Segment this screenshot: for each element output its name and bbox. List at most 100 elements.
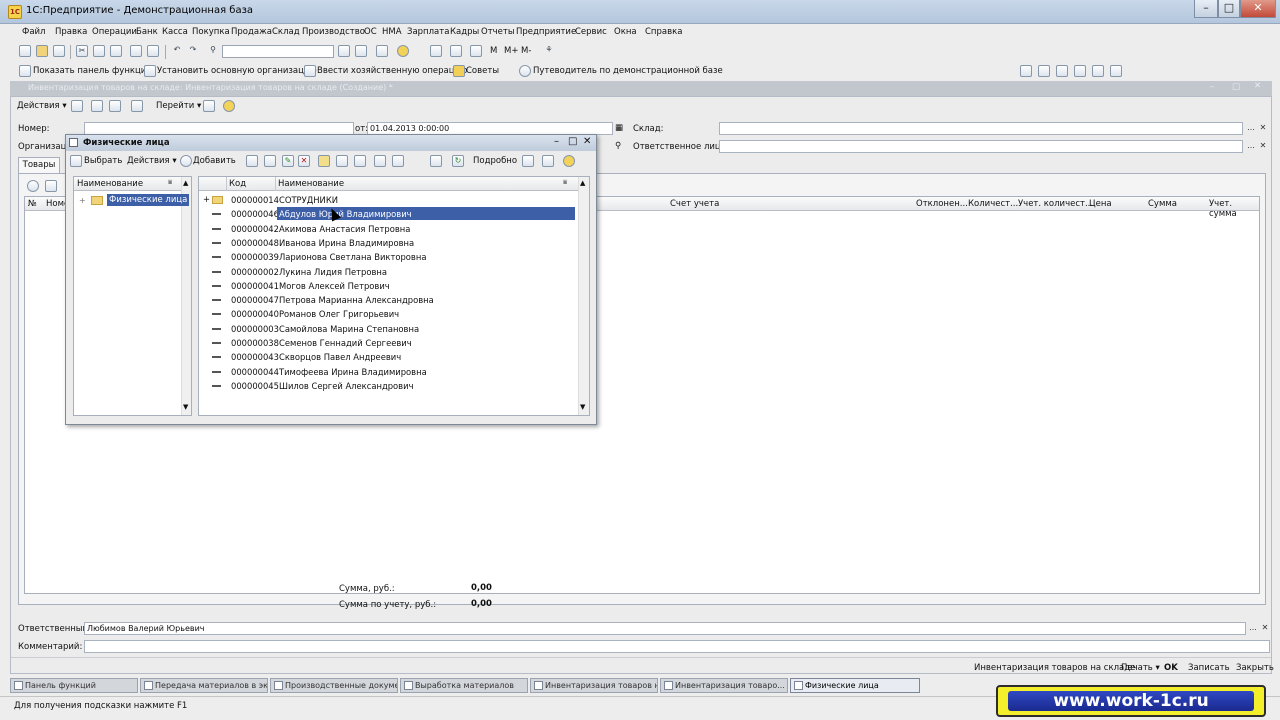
panel-icon-4[interactable]	[1074, 65, 1086, 77]
list-item[interactable]: 000000045 Шилов Сергей Александрович	[199, 379, 576, 393]
menu-operations[interactable]: Операции	[92, 27, 137, 37]
redo-icon[interactable]: ↷	[187, 45, 199, 57]
tab-goods[interactable]: Товары	[18, 157, 60, 173]
copy-row-icon[interactable]	[45, 180, 57, 192]
paste-icon[interactable]	[110, 45, 122, 57]
memory-plus-button[interactable]: M+	[504, 46, 518, 56]
panel-icon-3[interactable]	[1056, 65, 1068, 77]
task-panel[interactable]: Панель функций	[10, 678, 138, 693]
list-settings-icon[interactable]	[542, 155, 554, 167]
level-up-icon[interactable]	[354, 155, 366, 167]
copy-icon[interactable]	[93, 45, 105, 57]
minimize-button[interactable]: –	[1194, 0, 1218, 18]
print-menu[interactable]: Печать ▾	[1121, 663, 1160, 673]
clear-filter-icon[interactable]	[430, 155, 442, 167]
print-icon[interactable]	[130, 45, 142, 57]
doc-icon-1[interactable]	[71, 100, 83, 112]
menu-os[interactable]: ОС	[364, 27, 377, 37]
footer-doc-link[interactable]: Инвентаризация товаров на складе	[974, 663, 1135, 673]
help-icon[interactable]	[397, 45, 409, 57]
find-prev-icon[interactable]	[355, 45, 367, 57]
filter-list-icon[interactable]	[392, 155, 404, 167]
doc-minimize-icon[interactable]: –	[1210, 82, 1214, 92]
col-no[interactable]: №	[28, 199, 37, 209]
resp-clear-button[interactable]: ✕	[1258, 141, 1268, 152]
calculator-icon[interactable]	[450, 45, 462, 57]
level-down-icon[interactable]	[336, 155, 348, 167]
popup-actions-menu[interactable]: Действия ▾	[127, 156, 177, 166]
panel-icon-6[interactable]	[1110, 65, 1122, 77]
list-scrollbar[interactable]: ▲ ▼	[578, 177, 589, 415]
comment-field[interactable]	[84, 640, 1270, 653]
task-inventory-1[interactable]: Инвентаризация товаров н...	[530, 678, 658, 693]
task-production[interactable]: Производственные докуме...	[270, 678, 398, 693]
col-sum[interactable]: Сумма	[1148, 199, 1177, 209]
menu-salary[interactable]: Зарплата	[407, 27, 449, 37]
cut-icon[interactable]: ✂	[76, 45, 88, 57]
col-quantity[interactable]: Количест...	[968, 199, 1018, 209]
preview-icon[interactable]	[147, 45, 159, 57]
popup-close-icon[interactable]: ✕	[583, 136, 591, 147]
warehouse-select-button[interactable]: ...	[1246, 123, 1256, 134]
responsible-person-field[interactable]	[719, 140, 1243, 153]
list-item[interactable]: 000000002 Лукина Лидия Петровна	[199, 265, 576, 279]
list-item[interactable]: 000000039 Ларионова Светлана Викторовна	[199, 250, 576, 264]
list-item[interactable]: 000000043 Скворцов Павел Андреевич	[199, 350, 576, 364]
doc-icon-3[interactable]	[109, 100, 121, 112]
col-account[interactable]: Счет учета	[670, 199, 719, 209]
list-item[interactable]: 000000041 Могов Алексей Петрович	[199, 279, 576, 293]
search-input[interactable]	[222, 45, 334, 58]
new-doc-icon[interactable]	[19, 45, 31, 57]
guide-button[interactable]: Путеводитель по демонстрационной базе	[533, 66, 723, 76]
list-item[interactable]: 000000047 Петрова Марианна Александровна	[199, 293, 576, 307]
filter-icon[interactable]	[374, 155, 386, 167]
tools-icon[interactable]: ⚘	[543, 45, 555, 57]
tree-root-item[interactable]: Физические лица	[107, 194, 190, 206]
enter-operation-button[interactable]: Ввести хозяйственную операцию	[317, 66, 467, 76]
search-icon[interactable]: ⚲	[207, 45, 219, 57]
list-item[interactable]: +000000014 СОТРУДНИКИ	[199, 193, 576, 207]
menu-help[interactable]: Справка	[645, 27, 682, 37]
doc-help-icon[interactable]	[223, 100, 235, 112]
new-folder-icon[interactable]	[246, 155, 258, 167]
set-main-organization-button[interactable]: Установить основную организацию	[157, 66, 317, 76]
maximize-button[interactable]: □	[1218, 0, 1240, 18]
print-list-icon[interactable]	[522, 155, 534, 167]
add-row-icon[interactable]	[27, 180, 39, 192]
undo-icon[interactable]: ↶	[171, 45, 183, 57]
task-transfer[interactable]: Передача материалов в эк...	[140, 678, 268, 693]
menu-file[interactable]: Файл	[22, 27, 45, 37]
doc-icon-5[interactable]	[203, 100, 215, 112]
menu-service[interactable]: Сервис	[575, 27, 607, 37]
tree-header-name[interactable]: Наименование	[77, 179, 143, 189]
menu-hr[interactable]: Кадры	[450, 27, 479, 37]
memory-m-button[interactable]: M	[490, 46, 497, 56]
refresh-icon[interactable]: ↻	[452, 155, 464, 167]
copy-item-icon[interactable]	[264, 155, 276, 167]
add-button[interactable]: Добавить	[193, 156, 236, 166]
close-window-button[interactable]: ✕	[1240, 0, 1276, 18]
panel-icon-2[interactable]	[1038, 65, 1050, 77]
responsible-field[interactable]: Любимов Валерий Юрьевич	[84, 622, 1246, 635]
panel-icon-1[interactable]	[1020, 65, 1032, 77]
list-item[interactable]: 000000038 Семенов Геннадий Сергеевич	[199, 336, 576, 350]
calendar-icon[interactable]: ▦	[615, 123, 623, 133]
doc-goto-menu[interactable]: Перейти ▾	[156, 101, 201, 111]
resp-select-button[interactable]: ...	[1246, 141, 1256, 152]
list-item[interactable]: 000000003 Самойлова Марина Степановна	[199, 322, 576, 336]
expand-icon[interactable]: +	[203, 194, 210, 204]
warehouse-field[interactable]	[719, 122, 1243, 135]
menu-windows[interactable]: Окна	[614, 27, 637, 37]
task-inventory-2[interactable]: Инвентаризация товаро...	[660, 678, 788, 693]
list-item[interactable]: 000000048 Иванова Ирина Владимировна	[199, 236, 576, 250]
open-folder-icon[interactable]	[36, 45, 48, 57]
tree-scrollbar[interactable]: ▲ ▼	[181, 177, 191, 415]
calendar-icon[interactable]	[430, 45, 442, 57]
col-acc-quantity[interactable]: Учет. количест...	[1018, 199, 1093, 209]
menu-purchase[interactable]: Покупка	[192, 27, 230, 37]
menu-bank[interactable]: Банк	[136, 27, 158, 37]
edit-icon[interactable]: ✎	[282, 155, 294, 167]
select-button[interactable]: Выбрать	[84, 156, 122, 166]
warehouse-clear-button[interactable]: ✕	[1258, 123, 1268, 134]
doc-icon-2[interactable]	[91, 100, 103, 112]
